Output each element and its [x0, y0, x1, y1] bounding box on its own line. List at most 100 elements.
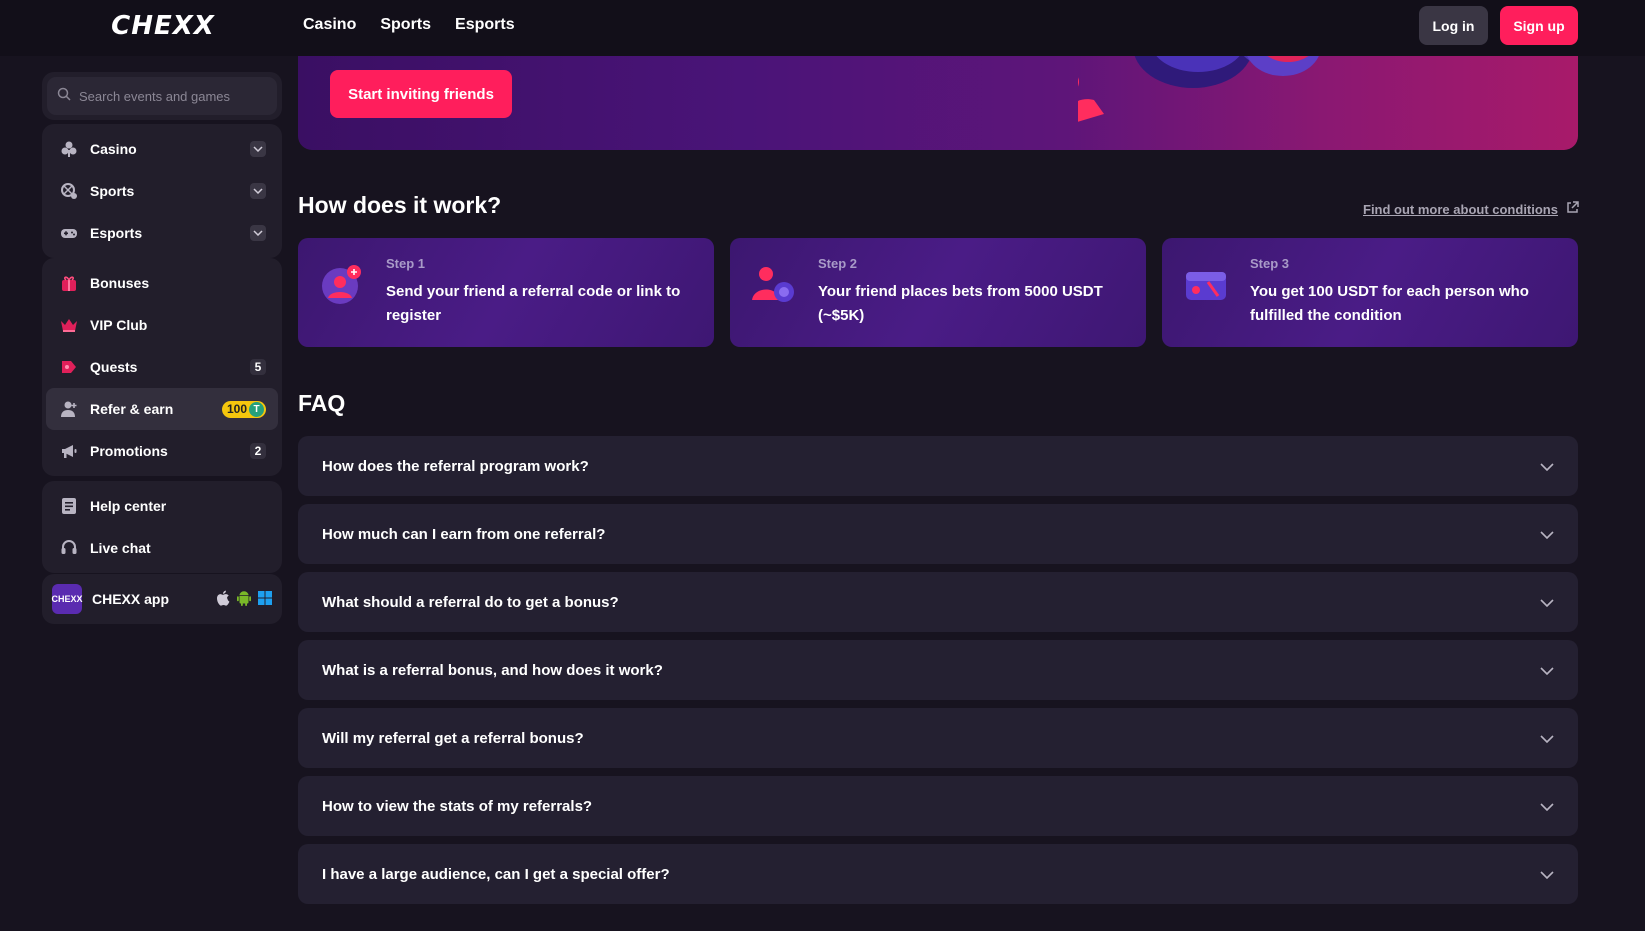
logo-text: CHEXX: [111, 11, 215, 41]
conditions-link-label: Find out more about conditions: [1363, 201, 1558, 217]
sidebar-item-label: Casino: [90, 141, 137, 157]
crown-icon: [60, 316, 78, 334]
sidebar-item-promotions[interactable]: Promotions 2: [46, 430, 278, 472]
sidebar-item-help-center[interactable]: Help center: [46, 485, 278, 527]
step-number: Step 1: [386, 256, 426, 271]
chevron-down-icon: [1540, 798, 1554, 815]
faq-item[interactable]: What is a referral bonus, and how does i…: [298, 640, 1578, 700]
faq-item[interactable]: How much can I earn from one referral?: [298, 504, 1578, 564]
login-button[interactable]: Log in: [1419, 6, 1488, 45]
casino-icon: [60, 140, 78, 158]
chevron-down-icon: [1540, 458, 1554, 475]
nav-sports[interactable]: Sports: [380, 16, 431, 34]
faq-question: How to view the stats of my referrals?: [322, 797, 593, 815]
sidebar-item-label: Promotions: [90, 443, 168, 459]
faq-question: Will my referral get a referral bonus?: [322, 729, 584, 747]
nav-casino[interactable]: Casino: [303, 16, 356, 34]
sidebar-item-chexx-app[interactable]: CHEXX CHEXX app: [46, 578, 278, 620]
book-icon: [60, 497, 78, 515]
faq-title: FAQ: [298, 390, 346, 416]
sidebar-item-casino[interactable]: Casino: [46, 128, 278, 170]
friend-bets-icon: [752, 267, 794, 302]
faq-item[interactable]: How to view the stats of my referrals?: [298, 776, 1578, 836]
step-number: Step 3: [1250, 256, 1290, 271]
sidebar-item-live-chat[interactable]: Live chat: [46, 527, 278, 569]
reward-amount: 100: [226, 402, 247, 416]
sidebar-item-label: Quests: [90, 359, 138, 375]
sidebar-item-esports[interactable]: Esports: [46, 212, 278, 254]
faq-item[interactable]: I have a large audience, can I get a spe…: [298, 844, 1578, 904]
step-card-3: Step 3 You get 100 USDT for each person …: [1162, 238, 1578, 347]
chevron-down-icon: [1540, 866, 1554, 883]
sidebar-item-label: Live chat: [90, 540, 151, 556]
sidebar-item-label: VIP Club: [90, 317, 148, 333]
sidebar-games-group: Casino Sports Esports: [42, 124, 282, 258]
sports-icon: [60, 182, 78, 200]
chevron-down-icon: [1540, 730, 1554, 747]
top-nav: Casino Sports Esports: [303, 16, 515, 34]
faq-question: What should a referral do to get a bonus…: [322, 593, 619, 611]
step-card-1: Step 1 Send your friend a referral code …: [298, 238, 714, 347]
step-text: Your friend places bets from 5000 USDT (…: [818, 283, 1103, 324]
nav-esports[interactable]: Esports: [455, 16, 515, 34]
sidebar-rewards-group: Bonuses VIP Club Quests 5 Refer & earn 1…: [42, 258, 282, 476]
usdt-reward-badge: 100 T: [221, 400, 266, 418]
megaphone-icon: [60, 442, 78, 460]
top-header: CHEXX Casino Sports Esports Log in Sign …: [0, 0, 1645, 56]
search-icon: [57, 87, 71, 106]
start-inviting-button[interactable]: Start inviting friends: [330, 70, 512, 118]
search-input[interactable]: [79, 88, 269, 104]
headset-icon: [60, 539, 78, 557]
faq-question: I have a large audience, can I get a spe…: [322, 865, 670, 883]
apple-icon[interactable]: [216, 590, 230, 609]
how-it-works-title: How does it work?: [298, 192, 502, 218]
step-number: Step 2: [818, 256, 858, 271]
chevron-down-icon: [1540, 662, 1554, 679]
step-card-2: Step 2 Your friend places bets from 5000…: [730, 238, 1146, 347]
quest-icon: [60, 358, 78, 376]
wallet-reward-icon: [1186, 272, 1226, 300]
step-text: Send your friend a referral code or link…: [386, 283, 681, 324]
referral-illustration: [1078, 56, 1319, 122]
sidebar-item-vip-club[interactable]: VIP Club: [46, 304, 278, 346]
tether-icon: T: [249, 401, 264, 417]
conditions-link[interactable]: Find out more about conditions: [1363, 201, 1579, 217]
external-link-icon: [1566, 201, 1579, 217]
sidebar-item-label: Sports: [90, 183, 135, 199]
referral-banner: Start inviting friends: [298, 56, 1578, 150]
chexx-app-logo: CHEXX: [52, 584, 83, 614]
faq-question: What is a referral bonus, and how does i…: [322, 661, 663, 679]
logo[interactable]: CHEXX: [70, 11, 256, 41]
sidebar-support-group: Help center Live chat: [42, 481, 282, 573]
signup-button[interactable]: Sign up: [1500, 6, 1578, 45]
refer-icon: [60, 400, 78, 418]
sidebar-item-bonuses[interactable]: Bonuses: [46, 262, 278, 304]
windows-icon[interactable]: [258, 590, 272, 608]
sidebar-item-label: Bonuses: [90, 275, 150, 291]
friend-invite-icon: [322, 265, 361, 304]
search-box: [42, 72, 282, 120]
chevron-down-icon[interactable]: [250, 183, 266, 199]
android-icon[interactable]: [237, 590, 251, 609]
search-field[interactable]: [47, 77, 277, 115]
os-icons: [216, 590, 272, 609]
promotions-count-badge: 2: [250, 443, 266, 459]
faq-question: How does the referral program work?: [322, 457, 589, 475]
quests-count-badge: 5: [250, 359, 266, 375]
chevron-down-icon[interactable]: [250, 225, 266, 241]
faq-question: How much can I earn from one referral?: [322, 525, 606, 543]
gamepad-icon: [60, 224, 78, 242]
sidebar-item-label: Refer & earn: [90, 401, 174, 417]
faq-item[interactable]: Will my referral get a referral bonus?: [298, 708, 1578, 768]
sidebar-app-group: CHEXX CHEXX app: [42, 574, 282, 624]
sidebar-item-refer-earn[interactable]: Refer & earn 100 T: [46, 388, 278, 430]
faq-item[interactable]: What should a referral do to get a bonus…: [298, 572, 1578, 632]
sidebar-item-label: CHEXX app: [92, 591, 170, 607]
faq-item[interactable]: How does the referral program work?: [298, 436, 1578, 496]
chevron-down-icon[interactable]: [250, 141, 266, 157]
sidebar-item-label: Help center: [90, 498, 167, 514]
sidebar-item-quests[interactable]: Quests 5: [46, 346, 278, 388]
chevron-down-icon: [1540, 594, 1554, 611]
step-text: You get 100 USDT for each person who ful…: [1250, 283, 1529, 324]
sidebar-item-sports[interactable]: Sports: [46, 170, 278, 212]
